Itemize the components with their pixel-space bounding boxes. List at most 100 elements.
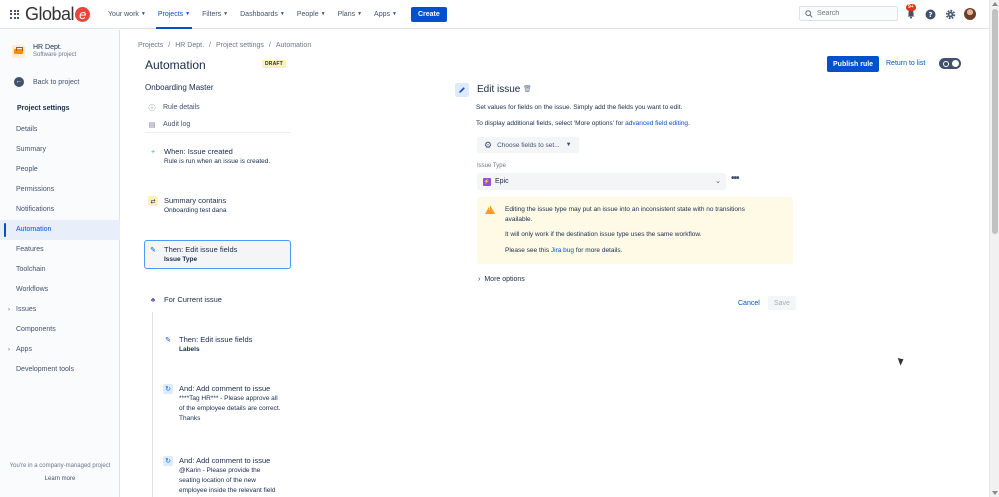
epic-lightning-icon: ⚡: [483, 177, 491, 186]
globale-logo[interactable]: Global e: [25, 5, 91, 23]
rule-links: ⓘ Rule details ▤ Audit log: [148, 99, 200, 133]
info-icon: ⓘ: [148, 104, 156, 112]
sidebar-item-details[interactable]: Details: [0, 120, 120, 140]
audit-log-link[interactable]: ▤ Audit log: [148, 116, 200, 133]
sidebar-item-features[interactable]: Features: [0, 240, 120, 260]
rule-step-add-comment-1[interactable]: ↻ And: Add comment to issue ****Tag HR**…: [163, 383, 281, 424]
refresh-icon: ↻: [163, 384, 173, 394]
rule-step-trigger[interactable]: + When: Issue created Rule is run when a…: [148, 146, 270, 167]
nav-dashboards[interactable]: Dashboards ▼: [234, 0, 291, 29]
primary-nav: Your work ▼ Projects ▼ Filters ▼ Dashboards…: [102, 0, 447, 29]
project-sidebar: HR Dept. Software project ← Back to proj…: [0, 30, 120, 497]
arrow-left-icon: ←: [14, 77, 24, 87]
search-box[interactable]: [799, 6, 898, 21]
app-switcher-grid-icon[interactable]: [10, 9, 19, 19]
edit-description: Set values for fields on the issue. Simp…: [476, 104, 683, 111]
divider: [145, 132, 290, 133]
scroll-down-arrow-icon[interactable]: [992, 491, 998, 495]
search-icon: [805, 9, 813, 18]
rule-step-branch[interactable]: ♣ For Current issue: [148, 294, 222, 305]
issue-type-select[interactable]: ⚡ Epic ⌄: [477, 173, 726, 190]
breadcrumb-automation[interactable]: Automation: [276, 42, 311, 49]
rule-enabled-toggle[interactable]: [939, 58, 961, 69]
gear-icon: ⚙: [484, 139, 493, 150]
trash-icon[interactable]: 🗑: [523, 85, 532, 93]
nav-your-work[interactable]: Your work ▼: [102, 0, 152, 29]
chevron-down-icon: ▼: [140, 11, 146, 17]
pencil-icon: ✎: [165, 337, 171, 344]
rule-step-edit-labels[interactable]: ✎ Then: Edit issue fields Labels: [163, 334, 252, 355]
publish-rule-button[interactable]: Publish rule: [827, 56, 880, 72]
choose-fields-button[interactable]: ⚙ Choose fields to set... ▼: [477, 137, 579, 153]
project-header[interactable]: HR Dept. Software project: [12, 44, 76, 58]
sidebar-item-automation[interactable]: Automation: [0, 220, 120, 240]
status-badge: DRAFT: [262, 60, 286, 68]
nav-people[interactable]: People ▼: [291, 0, 332, 29]
sidebar-item-workflows[interactable]: Workflows: [0, 280, 120, 300]
nav-plans[interactable]: Plans ▼: [332, 0, 368, 29]
help-icon[interactable]: ?: [924, 8, 936, 20]
gear-icon[interactable]: [944, 8, 956, 20]
chevron-down-icon: ▼: [223, 11, 229, 17]
chevron-right-icon: ›: [8, 347, 10, 353]
sidebar-item-people[interactable]: People: [0, 160, 120, 180]
page-scrollbar[interactable]: [989, 0, 999, 497]
learn-more-link[interactable]: Learn more: [0, 476, 120, 482]
rule-step-add-comment-2[interactable]: ↻ And: Add comment to issue @Karin - Ple…: [163, 455, 275, 496]
breadcrumb-hr-dept[interactable]: HR Dept.: [175, 42, 204, 49]
chevron-right-icon: ›: [478, 276, 481, 283]
branch-flow-line: [152, 312, 153, 497]
scroll-up-arrow-icon[interactable]: [992, 2, 998, 6]
breadcrumb-projects[interactable]: Projects: [138, 42, 163, 49]
cancel-button[interactable]: Cancel: [733, 297, 765, 310]
sidebar-item-permissions[interactable]: Permissions: [0, 180, 120, 200]
return-to-list-link[interactable]: Return to list: [886, 60, 925, 67]
warning-section-message: Editing the issue type may put an issue …: [477, 197, 793, 264]
project-avatar-icon: [12, 44, 25, 58]
branch-icon: ♣: [150, 296, 156, 304]
sidebar-item-notifications[interactable]: Notifications: [0, 200, 120, 220]
warning-icon: [485, 205, 495, 214]
project-type: Software project: [33, 52, 77, 58]
advanced-field-editing-link[interactable]: advanced field editing: [625, 120, 688, 127]
trigger-plus-icon: +: [150, 148, 156, 156]
sidebar-item-apps[interactable]: › Apps: [0, 340, 120, 360]
sidebar-item-issues[interactable]: › Issues: [0, 300, 120, 320]
sidebar-item-toolchain[interactable]: Toolchain: [0, 260, 120, 280]
nav-apps[interactable]: Apps ▼: [368, 0, 403, 29]
issue-type-label: Issue Type: [477, 163, 506, 169]
sidebar-item-components[interactable]: Components: [0, 320, 120, 340]
chevron-down-icon: ▼: [279, 11, 285, 17]
chevron-down-icon: ▼: [185, 11, 191, 17]
nav-projects[interactable]: Projects ▼: [152, 0, 196, 29]
scroll-thumb[interactable]: [992, 9, 998, 234]
condition-shuffle-icon: ⇄: [148, 196, 158, 206]
sidebar-item-summary[interactable]: Summary: [0, 140, 120, 160]
rule-step-condition[interactable]: ⇄ Summary contains Onboarding test dana: [148, 195, 227, 216]
sidebar-footer-text: You're in a company-managed project: [9, 463, 111, 469]
breadcrumb-project-settings[interactable]: Project settings: [216, 42, 264, 49]
refresh-icon: ↻: [163, 456, 173, 466]
rule-step-edit-issue-type[interactable]: ✎ Then: Edit issue fields Issue Type: [148, 244, 237, 265]
more-actions-icon[interactable]: •••: [731, 173, 739, 184]
svg-text:?: ?: [928, 11, 932, 19]
rule-name: Onboarding Master: [145, 83, 214, 92]
sidebar-section-title: Project settings: [17, 105, 70, 112]
rule-details-link[interactable]: ⓘ Rule details: [148, 99, 200, 116]
chevron-down-icon: ▼: [357, 11, 363, 17]
search-input[interactable]: [817, 10, 897, 17]
pencil-icon: ✎: [150, 247, 156, 254]
chevron-down-icon: ⌄: [715, 178, 721, 185]
back-to-project-link[interactable]: ← Back to project: [14, 77, 79, 87]
user-avatar[interactable]: [964, 8, 976, 20]
save-button[interactable]: Save: [768, 296, 796, 310]
jira-bug-link[interactable]: Jira bug: [551, 247, 574, 254]
more-options-toggle[interactable]: › More options: [478, 276, 525, 283]
project-name: HR Dept.: [33, 44, 62, 51]
mouse-cursor-icon: [897, 356, 906, 366]
nav-filters[interactable]: Filters ▼: [196, 0, 234, 29]
sidebar-item-development-tools[interactable]: Development tools: [0, 360, 120, 380]
edit-issue-title: Edit issue: [477, 84, 521, 95]
create-button[interactable]: Create: [410, 6, 447, 22]
page-title: Automation: [145, 58, 206, 72]
